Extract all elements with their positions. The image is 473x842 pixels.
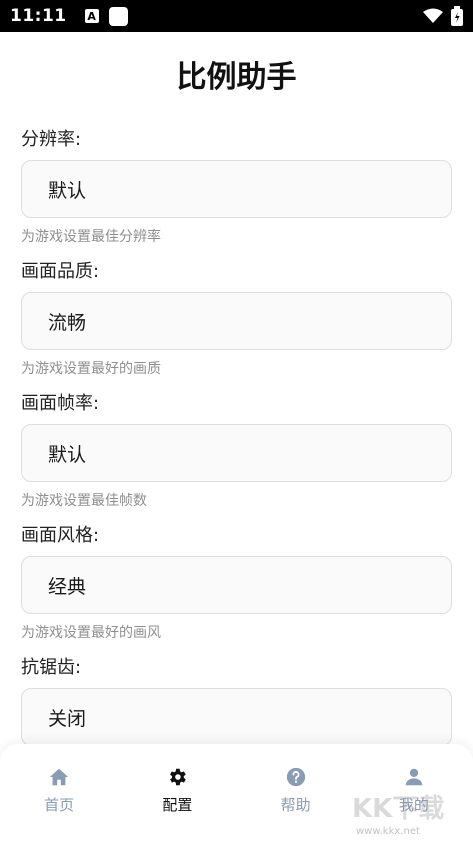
help-icon	[286, 767, 305, 787]
nav-home-label: 首页	[44, 796, 75, 814]
field-resolution: 分辨率: 默认 为游戏设置最佳分辨率	[21, 124, 452, 246]
field-label: 画面帧率:	[21, 393, 100, 414]
nav-help[interactable]: 帮助	[237, 744, 355, 842]
field-label: 分辨率:	[21, 129, 82, 150]
antialiasing-select[interactable]: 关闭	[21, 688, 452, 746]
notification-square-icon	[108, 6, 128, 26]
watermark-url: www.kkx.net	[356, 826, 420, 837]
gear-icon	[170, 768, 187, 786]
field-label: 画面风格:	[21, 525, 100, 546]
field-label: 画面品质:	[21, 261, 100, 282]
nav-help-label: 帮助	[280, 796, 311, 814]
field-quality: 画面品质: 流畅 为游戏设置最好的画质	[21, 256, 452, 378]
field-hint: 为游戏设置最佳分辨率	[21, 229, 161, 245]
quality-select[interactable]: 流畅	[21, 292, 452, 350]
field-framerate: 画面帧率: 默认 为游戏设置最佳帧数	[21, 388, 452, 510]
field-hint: 为游戏设置最好的画质	[21, 361, 161, 377]
field-hint: 为游戏设置最佳帧数	[21, 493, 147, 509]
nav-home[interactable]: 首页	[0, 744, 118, 842]
field-style: 画面风格: 经典 为游戏设置最好的画风	[21, 520, 452, 642]
watermark: KK下载	[352, 794, 445, 824]
status-bar: 11:11 A	[0, 0, 473, 32]
wifi-icon	[423, 8, 443, 23]
style-select[interactable]: 经典	[21, 556, 452, 614]
nav-config-label: 配置	[162, 796, 193, 814]
field-hint: 为游戏设置最好的画风	[21, 625, 161, 641]
settings-form: 分辨率: 默认 为游戏设置最佳分辨率 画面品质: 流畅 为游戏设置最好的画质 画…	[21, 124, 452, 756]
user-icon	[405, 768, 423, 786]
battery-icon	[451, 6, 463, 26]
page-title: 比例助手	[176, 60, 297, 95]
field-antialiasing: 抗锯齿: 关闭	[21, 652, 452, 746]
home-icon	[49, 768, 69, 786]
resolution-select[interactable]: 默认	[21, 160, 452, 218]
field-label: 抗锯齿:	[21, 657, 82, 678]
status-right-icons	[423, 6, 463, 26]
nav-config[interactable]: 配置	[118, 744, 236, 842]
framerate-select[interactable]: 默认	[21, 424, 452, 482]
status-time: 11:11	[10, 6, 67, 26]
accessibility-a-icon: A	[84, 9, 99, 23]
